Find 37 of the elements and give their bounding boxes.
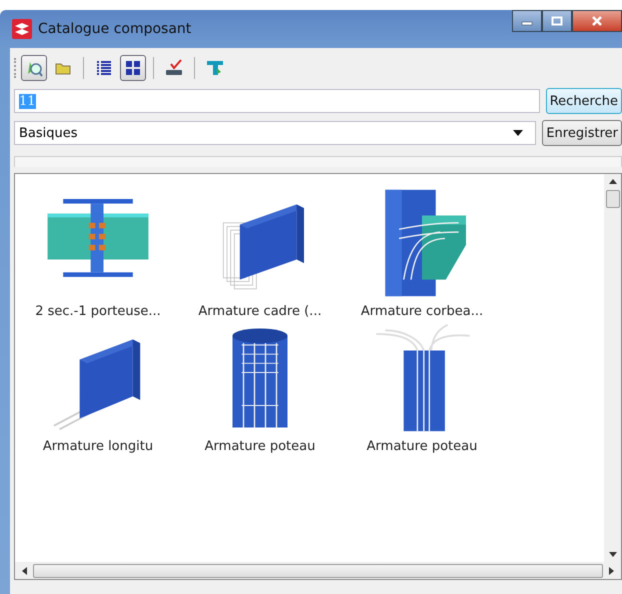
catalogue-item[interactable]: Armature poteau	[185, 323, 335, 454]
close-button[interactable]	[572, 10, 622, 32]
spellcheck-icon	[164, 58, 184, 78]
catalogue-item[interactable]: Armature cadre (...	[185, 188, 335, 319]
scroll-up-icon	[608, 178, 616, 184]
dropdown-arrow-icon	[513, 130, 524, 136]
maximize-button[interactable]	[542, 10, 572, 32]
scroll-thumb[interactable]	[33, 564, 603, 578]
scroll-right-icon	[609, 566, 615, 574]
item-label: Armature cadre (...	[198, 304, 322, 319]
item-label: Armature poteau	[204, 439, 316, 454]
list-icon	[94, 58, 114, 78]
catalogue-item[interactable]: 2 sec.-1 porteuse...	[23, 188, 173, 319]
vertical-scrollbar[interactable]	[604, 174, 621, 562]
save-button[interactable]: Enregistrer	[542, 120, 622, 146]
minimize-button[interactable]	[512, 10, 542, 32]
window-title: Catalogue composant	[38, 21, 192, 37]
item-label: 2 sec.-1 porteuse...	[35, 304, 161, 319]
scroll-down-icon	[608, 552, 616, 558]
catalogue-item[interactable]: Armature longitu	[23, 323, 173, 454]
catalogue-item[interactable]: Armature poteau	[347, 323, 497, 454]
search-button[interactable]: Recherche	[546, 88, 622, 114]
close-icon	[590, 15, 604, 27]
search-tool-button[interactable]	[21, 55, 47, 81]
grid-view-button[interactable]	[120, 55, 146, 81]
category-dropdown[interactable]: Basiques	[14, 121, 536, 145]
grid-icon	[123, 58, 143, 78]
app-logo-icon	[12, 19, 32, 39]
item-label: Armature poteau	[366, 439, 478, 454]
horizontal-scrollbar[interactable]	[15, 562, 621, 579]
item-label: Armature corbea...	[360, 304, 484, 319]
item-label: Armature longitu	[42, 439, 154, 454]
scroll-left-icon	[21, 566, 27, 574]
maximize-icon	[551, 16, 563, 26]
scroll-thumb[interactable]	[606, 190, 620, 208]
beam-icon	[205, 58, 225, 78]
catalogue-item[interactable]: Armature corbea...	[347, 188, 497, 319]
